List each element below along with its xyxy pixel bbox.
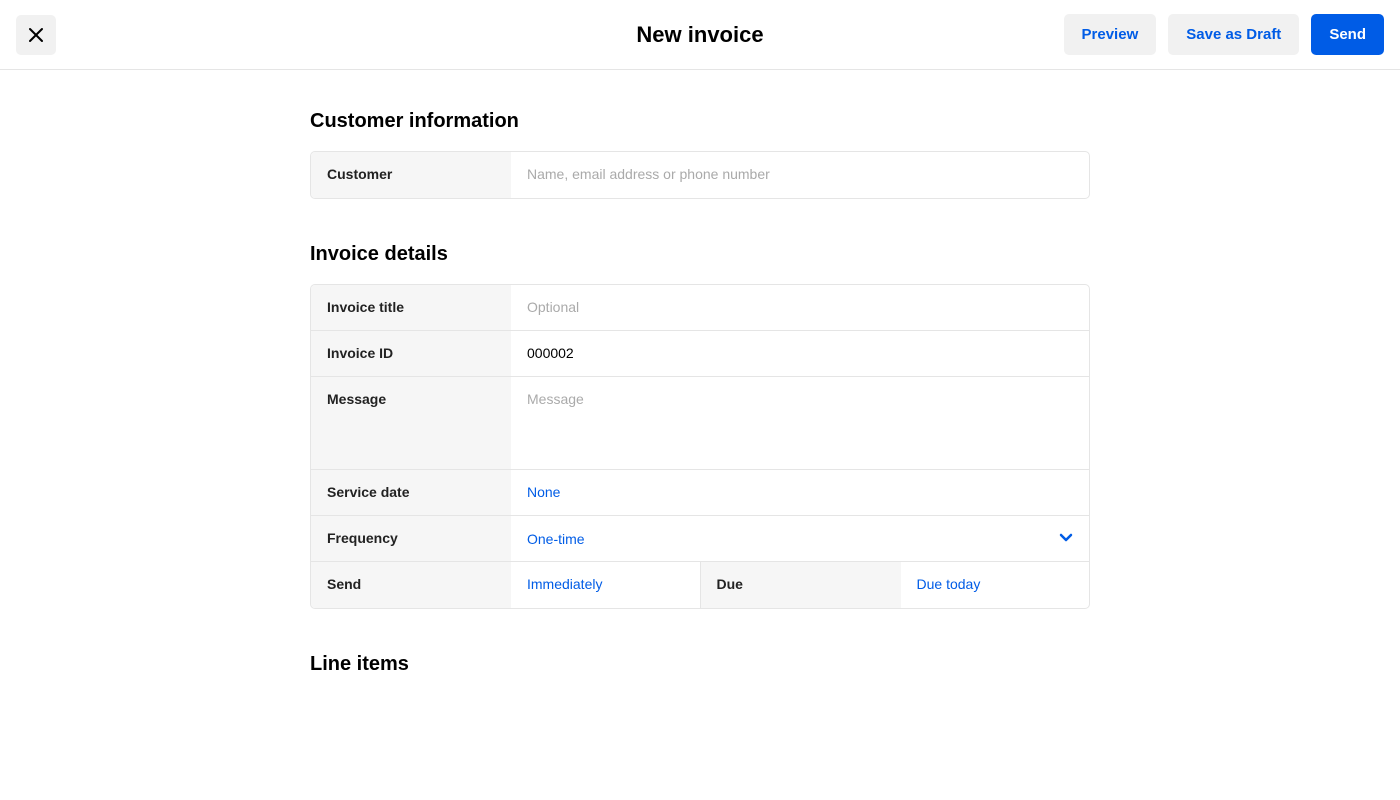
customer-input[interactable] [527,166,1073,182]
send-due-row: Send Immediately Due Due today [311,562,1089,608]
line-items-section: Line items [310,653,1090,676]
invoice-id-row: Invoice ID 000002 [311,331,1089,377]
chevron-down-icon [1059,530,1073,547]
header-bar: New invoice Preview Save as Draft Send [0,0,1400,70]
frequency-row: Frequency One-time [311,516,1089,562]
page-title: New invoice [636,22,763,48]
invoice-id-label: Invoice ID [311,331,511,376]
customer-info-title: Customer information [310,110,1090,133]
customer-value [511,152,1089,198]
frequency-value: One-time [527,531,585,547]
customer-form: Customer [310,151,1090,199]
due-half: Due Due today [701,562,1090,608]
frequency-label: Frequency [311,516,511,561]
close-button[interactable] [16,15,56,55]
send-button[interactable]: Send [1311,14,1384,55]
header-actions: Preview Save as Draft Send [1064,14,1384,55]
invoice-id-value[interactable]: 000002 [527,345,574,361]
line-items-title: Line items [310,653,1090,676]
service-date-value[interactable]: None [527,484,560,500]
close-icon [28,27,44,43]
message-row: Message [311,377,1089,470]
due-sublabel: Due [701,562,901,608]
customer-info-section: Customer information Customer [310,110,1090,199]
message-input[interactable] [527,391,1073,455]
customer-row: Customer [311,152,1089,198]
invoice-title-row: Invoice title [311,285,1089,331]
invoice-title-label: Invoice title [311,285,511,330]
message-label: Message [311,377,511,469]
send-sublabel: Send [311,562,511,608]
invoice-form: Invoice title Invoice ID 000002 Message … [310,284,1090,609]
frequency-select[interactable]: One-time [511,516,1089,561]
send-value[interactable]: Immediately [527,576,602,592]
customer-label: Customer [311,152,511,198]
invoice-details-section: Invoice details Invoice title Invoice ID… [310,243,1090,609]
invoice-title-input[interactable] [527,299,1073,315]
due-value[interactable]: Due today [917,576,981,592]
service-date-row: Service date None [311,470,1089,516]
invoice-details-title: Invoice details [310,243,1090,266]
save-draft-button[interactable]: Save as Draft [1168,14,1299,55]
service-date-label: Service date [311,470,511,515]
preview-button[interactable]: Preview [1064,14,1157,55]
send-half: Send Immediately [311,562,701,608]
main-content: Customer information Customer Invoice de… [310,70,1090,800]
